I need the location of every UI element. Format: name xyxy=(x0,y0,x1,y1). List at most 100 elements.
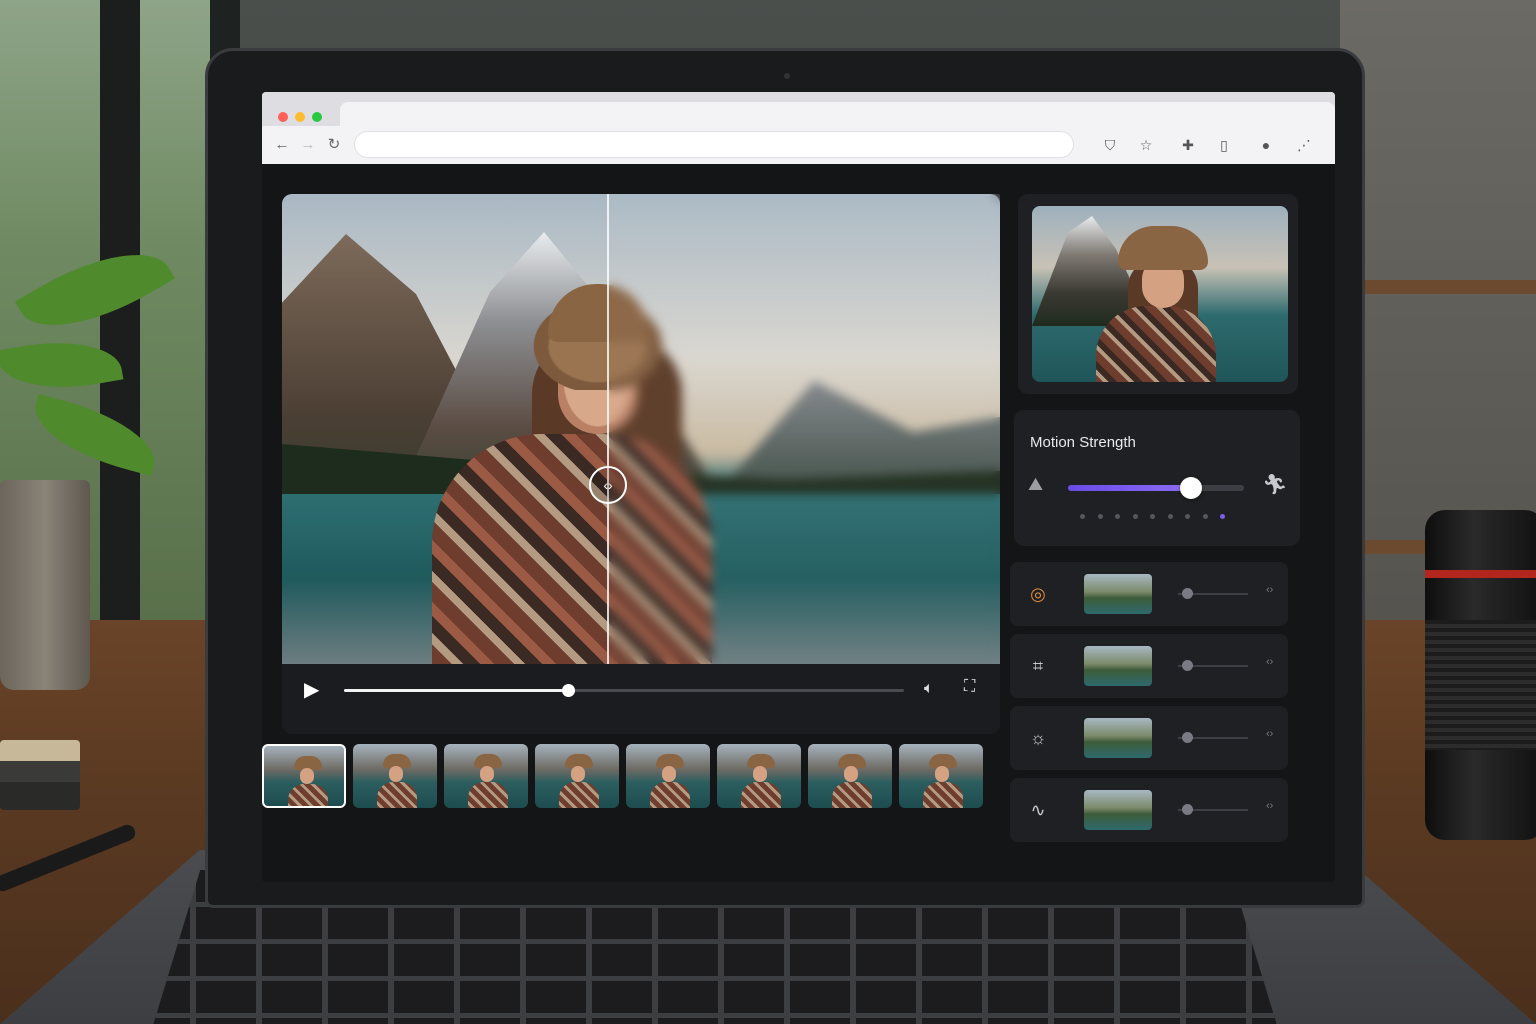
plant-pot xyxy=(0,480,90,690)
webcam xyxy=(784,73,790,79)
motion-strength-steps xyxy=(1080,514,1230,522)
preview-subject-poncho xyxy=(1096,306,1216,382)
motion-preview-overlay xyxy=(607,194,1000,664)
adjustment-row[interactable]: ☼ ‹› xyxy=(1010,706,1288,770)
frame-subject-part xyxy=(559,782,599,808)
address-bar[interactable] xyxy=(354,131,1074,158)
video-editor-app: ‹› ▶ 🔈︎ ⛶ Motion Strength ⛰︎ 🏃︎ ◎ ‹› ⌗ ‹… xyxy=(262,164,1335,882)
laptop-screen: ← → ↻ ⛉ ☆ ✚ ▯ ● ⋰ ‹› ▶ 🔈︎ ⛶ Motion Stren… xyxy=(262,92,1335,882)
arrow-left-icon[interactable]: ← xyxy=(270,133,294,157)
expand-arrows-icon[interactable]: ‹› xyxy=(1266,728,1273,740)
crop-icon[interactable]: ⌗ xyxy=(1026,654,1050,678)
filmstrip-frame[interactable] xyxy=(535,744,619,808)
filmstrip-frame[interactable] xyxy=(353,744,437,808)
volume-icon[interactable]: 🔈︎ xyxy=(924,680,934,698)
camera-lens xyxy=(1425,510,1536,840)
adjustment-slider-knob[interactable] xyxy=(1181,660,1193,671)
expand-arrows-icon[interactable]: ‹› xyxy=(1266,656,1273,668)
motion-strength-step[interactable] xyxy=(1185,514,1190,519)
adjustment-slider-knob[interactable] xyxy=(1181,732,1193,743)
shield-icon[interactable]: ⛉ xyxy=(1098,133,1122,157)
adjustment-slider[interactable] xyxy=(1178,588,1248,599)
clipboard-icon[interactable]: ▯ xyxy=(1212,133,1236,157)
filmstrip-frame[interactable] xyxy=(717,744,801,808)
adjustment-slider-knob[interactable] xyxy=(1181,588,1193,599)
player-controls: ▶ 🔈︎ ⛶ xyxy=(282,664,1000,734)
motion-strength-knob[interactable] xyxy=(1180,477,1203,499)
puzzle-icon[interactable]: ✚ xyxy=(1176,133,1200,157)
timeline-scrubber[interactable] xyxy=(344,684,904,697)
motion-strength-step[interactable] xyxy=(1202,514,1208,519)
motion-strength-step[interactable] xyxy=(1132,514,1138,519)
frame-subject-part xyxy=(377,782,417,808)
frame-subject-part xyxy=(300,768,314,784)
frame-subject-part xyxy=(571,766,585,782)
filmstrip-frame[interactable] xyxy=(808,744,892,808)
adjustment-slider-knob[interactable] xyxy=(1181,804,1193,815)
browser-tab[interactable] xyxy=(340,102,1335,126)
minimize-window-button[interactable] xyxy=(295,112,305,122)
mountain-icon: ⛰︎ xyxy=(1028,474,1044,494)
fullscreen-icon[interactable]: ⛶ xyxy=(964,678,975,696)
play-icon[interactable]: ▶ xyxy=(304,678,328,702)
frame-subject-part xyxy=(935,766,949,782)
close-window-button[interactable] xyxy=(278,112,288,122)
filmstrip-frame[interactable] xyxy=(444,744,528,808)
timeline-progress xyxy=(344,689,568,692)
adjustment-row[interactable]: ◎ ‹› xyxy=(1010,562,1288,626)
arrow-right-icon[interactable]: → xyxy=(296,133,320,157)
comparison-split-line[interactable] xyxy=(607,194,609,664)
adjustment-thumbnail xyxy=(1084,790,1152,830)
frame-subject-part xyxy=(389,766,403,782)
browser-toolbar: ← → ↻ ⛉ ☆ ✚ ▯ ● ⋰ xyxy=(262,126,1335,164)
motion-strength-step[interactable] xyxy=(1150,514,1155,519)
preview-card xyxy=(1018,194,1298,394)
adjustment-slider[interactable] xyxy=(1178,732,1248,743)
color-wheel-icon[interactable]: ◎ xyxy=(1026,582,1050,606)
star-icon[interactable]: ☆ xyxy=(1134,133,1158,157)
background-shelf xyxy=(1360,280,1536,294)
filmstrip-frame[interactable] xyxy=(262,744,346,808)
preview-subject-hat xyxy=(1118,226,1208,270)
motion-strength-step[interactable] xyxy=(1167,514,1173,519)
browser-window-chrome: ← → ↻ ⛉ ☆ ✚ ▯ ● ⋰ xyxy=(262,92,1335,164)
tab-strip xyxy=(262,92,1335,126)
frame-subject-part xyxy=(753,766,767,782)
filmstrip-frame[interactable] xyxy=(626,744,710,808)
frame-subject-part xyxy=(650,782,690,808)
frame-filmstrip xyxy=(262,744,992,814)
running-icon: 🏃︎ xyxy=(1262,474,1288,496)
expand-arrows-icon[interactable]: ‹› xyxy=(1266,800,1273,812)
adjustment-slider[interactable] xyxy=(1178,804,1248,815)
adjustment-row[interactable]: ∿ ‹› xyxy=(1010,778,1288,842)
motion-strength-step[interactable] xyxy=(1080,514,1085,519)
adjustment-slider[interactable] xyxy=(1178,660,1248,671)
frame-subject-part xyxy=(288,784,328,806)
maximize-window-button[interactable] xyxy=(312,112,322,122)
filmstrip-frame[interactable] xyxy=(899,744,983,808)
timeline-playhead[interactable] xyxy=(562,684,575,697)
frame-subject-part xyxy=(480,766,494,782)
video-frame[interactable]: ‹› xyxy=(282,194,1000,664)
expand-arrows-icon[interactable]: ‹› xyxy=(1266,584,1273,596)
video-player: ‹› ▶ 🔈︎ ⛶ xyxy=(282,194,1000,734)
adjustment-row[interactable]: ⌗ ‹› xyxy=(1010,634,1288,698)
reload-icon[interactable]: ↻ xyxy=(322,133,346,157)
book-stack xyxy=(0,740,80,810)
brightness-icon[interactable]: ☼ xyxy=(1026,726,1050,750)
curve-icon[interactable]: ∿ xyxy=(1026,798,1050,822)
profile-icon[interactable]: ● xyxy=(1254,133,1278,157)
original-preview-image[interactable] xyxy=(1032,206,1288,382)
motion-strength-step[interactable] xyxy=(1097,514,1103,519)
comparison-split-handle[interactable]: ‹› xyxy=(589,466,627,504)
frame-subject-part xyxy=(741,782,781,808)
motion-strength-title: Motion Strength xyxy=(1030,434,1136,451)
menu-dots-icon[interactable]: ⋰ xyxy=(1292,133,1316,157)
frame-subject-part xyxy=(662,766,676,782)
motion-strength-step[interactable] xyxy=(1115,514,1120,519)
motion-strength-step[interactable] xyxy=(1220,514,1225,519)
motion-strength-slider[interactable] xyxy=(1068,477,1244,499)
frame-subject-part xyxy=(468,782,508,808)
frame-subject-part xyxy=(923,782,963,808)
motion-strength-panel: Motion Strength ⛰︎ 🏃︎ xyxy=(1014,410,1300,546)
